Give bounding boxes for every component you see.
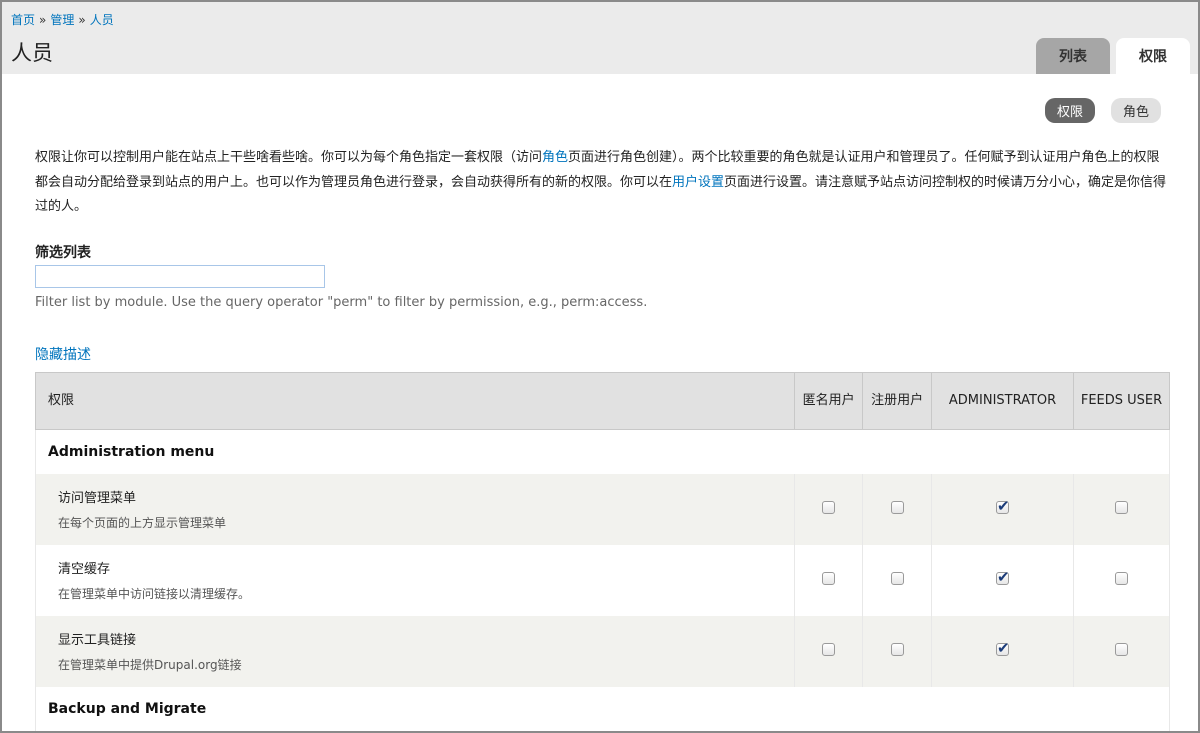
tab-list[interactable]: 列表 <box>1036 38 1110 74</box>
module-row: Administration menu <box>35 429 1170 474</box>
checkbox-anonymous[interactable] <box>822 642 836 656</box>
permission-cell: 显示工具链接 在管理菜单中提供Drupal.org链接 <box>34 615 796 687</box>
checkbox-authenticated[interactable] <box>890 642 904 656</box>
table-row: 显示工具链接 在管理菜单中提供Drupal.org链接 <box>34 615 1170 687</box>
permission-title: 访问管理菜单 <box>58 491 137 506</box>
module-name: Administration menu <box>35 429 1170 474</box>
tab-permissions[interactable]: 权限 <box>1116 38 1190 74</box>
checkbox-administrator[interactable] <box>996 568 1010 586</box>
table-header-row: 权限 匿名用户 注册用户 ADMINISTRATOR FEEDS USER <box>34 372 1170 430</box>
roles-link[interactable]: 角色 <box>542 150 568 165</box>
user-settings-link[interactable]: 用户设置 <box>672 175 724 190</box>
breadcrumb-admin-link[interactable]: 管理 <box>50 13 74 27</box>
permission-description: 在管理菜单中提供Drupal.org链接 <box>58 658 242 672</box>
page-title: 人员 <box>11 41 53 65</box>
checkbox-administrator[interactable] <box>996 639 1010 657</box>
breadcrumb-separator: » <box>78 13 86 27</box>
breadcrumb-separator: » <box>39 13 47 27</box>
header-role-feeds-user: FEEDS USER <box>1073 372 1170 430</box>
permission-cell: 访问管理菜单 在每个页面的上方显示管理菜单 <box>34 473 796 545</box>
help-description: 权限让你可以控制用户能在站点上干些啥看些啥。你可以为每个角色指定一套权限（访问角… <box>35 146 1170 220</box>
breadcrumb: 首页» 管理» 人员 <box>11 11 114 28</box>
primary-tabs: 列表 权限 <box>1036 38 1190 74</box>
table-row: 清空缓存 在管理菜单中访问链接以清理缓存。 <box>34 544 1170 616</box>
header-role-administrator: ADMINISTRATOR <box>931 372 1075 430</box>
header-permission: 权限 <box>34 372 796 430</box>
header-role-authenticated: 注册用户 <box>862 372 933 430</box>
checkbox-anonymous[interactable] <box>822 571 836 585</box>
hide-descriptions-link[interactable]: 隐藏描述 <box>35 344 91 364</box>
checkbox-anonymous[interactable] <box>822 500 836 514</box>
permissions-table: 权限 匿名用户 注册用户 ADMINISTRATOR FEEDS USER Ad… <box>34 372 1170 731</box>
checkbox-feeds-user[interactable] <box>1115 642 1129 656</box>
checkbox-authenticated[interactable] <box>890 571 904 585</box>
table-row: 访问管理菜单 在每个页面的上方显示管理菜单 <box>34 473 1170 545</box>
description-text: 权限让你可以控制用户能在站点上干些啥看些啥。你可以为每个角色指定一套权限（访问 <box>35 150 543 165</box>
permission-description: 在每个页面的上方显示管理菜单 <box>58 516 227 530</box>
permission-cell: 清空缓存 在管理菜单中访问链接以清理缓存。 <box>34 544 796 616</box>
filter-label: 筛选列表 <box>35 245 91 261</box>
breadcrumb-home-link[interactable]: 首页 <box>11 13 35 27</box>
permission-title: 显示工具链接 <box>58 633 137 648</box>
page-header: 首页» 管理» 人员 人员 列表 权限 <box>2 2 1198 74</box>
module-name: Backup and Migrate <box>35 686 1170 731</box>
filter-input[interactable] <box>35 265 325 288</box>
permission-description: 在管理菜单中访问链接以清理缓存。 <box>58 587 251 601</box>
breadcrumb-people-link[interactable]: 人员 <box>90 13 114 27</box>
permission-title: 清空缓存 <box>58 562 111 577</box>
checkbox-feeds-user[interactable] <box>1115 500 1129 514</box>
module-row: Backup and Migrate <box>35 686 1170 731</box>
checkbox-feeds-user[interactable] <box>1115 571 1129 585</box>
checkbox-administrator[interactable] <box>996 497 1010 515</box>
subtab-roles[interactable]: 角色 <box>1110 98 1161 123</box>
browser-frame: 首页» 管理» 人员 人员 列表 权限 权限 角色 权限让你可以控制用户能在站点上干… <box>0 0 1200 733</box>
secondary-tabs: 权限 角色 <box>1044 98 1161 123</box>
header-role-anonymous: 匿名用户 <box>794 372 864 430</box>
filter-help-text: Filter list by module. Use the query ope… <box>35 295 648 310</box>
checkbox-authenticated[interactable] <box>890 500 904 514</box>
subtab-permissions[interactable]: 权限 <box>1044 98 1095 123</box>
